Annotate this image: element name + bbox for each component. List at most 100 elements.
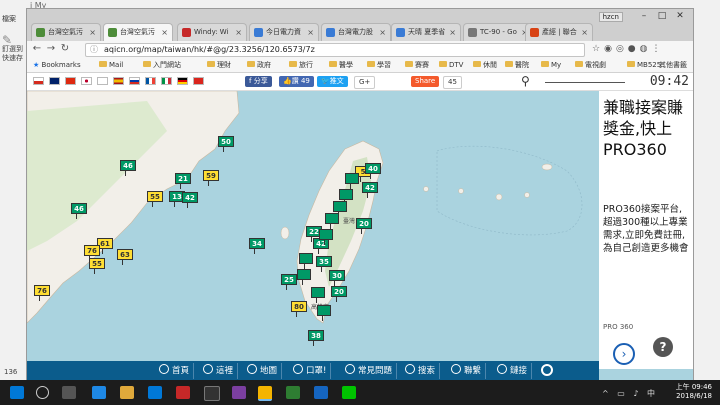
aqi-marker[interactable]: 20	[356, 218, 372, 234]
aqi-marker[interactable]: 34	[249, 238, 265, 254]
bookmark-star-icon[interactable]: ☆	[592, 44, 604, 54]
aqi-marker[interactable]	[317, 305, 331, 321]
gplus-button[interactable]: G+	[354, 76, 376, 89]
chrome-icon[interactable]	[258, 386, 272, 401]
edge-icon[interactable]	[92, 386, 106, 399]
bookmark-folder[interactable]: 旅行	[289, 59, 313, 72]
store-icon[interactable]	[148, 386, 162, 399]
task-view-icon[interactable]	[62, 386, 76, 399]
help-button[interactable]: ?	[653, 337, 673, 357]
aqi-marker[interactable]: 42	[362, 182, 378, 198]
flag-icon[interactable]	[113, 77, 124, 85]
ad-headline[interactable]: 兼職接案賺獎金,快上PRO360	[603, 97, 693, 160]
explorer-icon[interactable]	[120, 386, 134, 399]
close-tab-icon[interactable]: ×	[581, 24, 588, 41]
chevron-right-icon[interactable]: ›	[613, 343, 635, 365]
extension-icon[interactable]: ◍	[640, 44, 652, 54]
bookmark-folder[interactable]: 學習	[367, 59, 391, 72]
bookmark-folder[interactable]: My	[541, 59, 561, 72]
app-icon[interactable]	[314, 386, 328, 399]
bookmark-folder[interactable]: MB525	[627, 59, 661, 72]
nav-item[interactable]: 口罩!	[293, 363, 332, 379]
bookmark-folder[interactable]: DTV	[439, 59, 463, 72]
close-tab-icon[interactable]: ×	[161, 24, 168, 41]
nav-item[interactable]: 常見問題	[345, 363, 398, 379]
close-tab-icon[interactable]: ×	[235, 24, 242, 41]
bookmarks-button[interactable]: ★ Bookmarks	[33, 59, 81, 72]
close-tab-icon[interactable]: ×	[449, 24, 456, 41]
bookmark-folder[interactable]: 醫學	[329, 59, 353, 72]
info-icon[interactable]: ⓘ	[90, 44, 98, 56]
browser-tab[interactable]: Windy: Wi ×	[177, 23, 247, 41]
windows-start-icon[interactable]	[10, 386, 24, 399]
advertisement[interactable]: 兼職接案賺獎金,快上PRO360 PRO360接案平台,超過300種以上專業需求…	[599, 91, 693, 369]
flag-icon[interactable]	[145, 77, 156, 85]
forward-icon[interactable]: →	[45, 43, 57, 54]
tweet-button[interactable]: 🐦推文	[317, 76, 348, 87]
app-icon[interactable]	[232, 386, 246, 399]
bookmark-folder[interactable]: 賽賽	[405, 59, 429, 72]
nav-item[interactable]: 鏈接	[497, 363, 533, 379]
aqi-marker[interactable]	[297, 269, 311, 285]
bookmark-folder[interactable]: 醫院	[505, 59, 529, 72]
search-icon[interactable]	[36, 386, 49, 399]
aqi-marker[interactable]: 42	[182, 192, 198, 208]
flag-icon[interactable]	[161, 77, 172, 85]
mail-icon[interactable]	[176, 386, 190, 399]
aqi-marker[interactable]: 55	[147, 191, 163, 207]
aqi-marker[interactable]	[319, 229, 333, 245]
aqi-marker[interactable]: 25	[281, 274, 297, 290]
calculator-icon[interactable]	[204, 386, 220, 401]
browser-tab[interactable]: 產經 | 聯合 ×	[525, 23, 593, 41]
share-button[interactable]: Share	[411, 76, 440, 87]
bookmark-folder[interactable]: 理財	[207, 59, 231, 72]
bookmark-folder[interactable]: 電視劇	[575, 59, 606, 72]
address-bar[interactable]: ⓘ aqicn.org/map/taiwan/hk/#@g/23.3256/12…	[85, 43, 585, 57]
nav-item[interactable]: 聯繫	[451, 363, 487, 379]
flag-icon[interactable]	[65, 77, 76, 85]
aqi-marker[interactable]: 30	[329, 270, 345, 286]
maximize-icon[interactable]: □	[653, 11, 671, 21]
search-underline[interactable]	[545, 82, 625, 83]
line-icon[interactable]	[342, 386, 356, 399]
facebook-share-button[interactable]: f 分享	[245, 76, 272, 87]
extension-icon[interactable]: ●	[628, 44, 640, 54]
aqi-marker[interactable]: 55	[89, 258, 105, 274]
browser-tab[interactable]: TC-90 - Go×	[463, 23, 533, 41]
flag-icon[interactable]	[33, 77, 44, 85]
flag-icon[interactable]	[49, 77, 60, 85]
aqi-marker[interactable]	[345, 173, 359, 189]
aqi-marker[interactable]: 80	[291, 301, 307, 317]
aqi-marker[interactable]: 20	[331, 286, 347, 302]
aqi-marker[interactable]	[299, 253, 313, 269]
aqi-marker[interactable]	[311, 287, 325, 303]
pin-icon[interactable]: ✎	[2, 34, 24, 46]
flag-icon[interactable]	[81, 77, 92, 85]
reload-icon[interactable]: ↻	[59, 43, 71, 54]
flag-icon[interactable]	[129, 77, 140, 85]
other-bookmarks[interactable]: 其他書籤	[659, 59, 687, 72]
extension-icon[interactable]: ◎	[616, 44, 628, 54]
aqi-marker[interactable]: 38	[308, 330, 324, 346]
profile-badge[interactable]: hzcn	[598, 12, 623, 22]
aqi-marker[interactable]	[325, 213, 339, 229]
aqi-marker[interactable]: 76	[34, 285, 50, 301]
aqi-marker[interactable]: 21	[175, 173, 191, 189]
taskbar-clock[interactable]: 上午 09:46 2018/6/18	[676, 383, 712, 401]
aqi-marker[interactable]	[339, 189, 353, 205]
app-icon[interactable]	[286, 386, 300, 399]
settings-gear-icon[interactable]	[541, 364, 553, 376]
browser-tab[interactable]: 台灣電力股 ×	[321, 23, 391, 41]
air-quality-map[interactable]: 臺灣 高雄市	[27, 91, 599, 353]
extension-icon[interactable]: ◉	[604, 44, 616, 54]
browser-tab[interactable]: 今日電力資 ×	[249, 23, 319, 41]
bookmark-folder[interactable]: 入門網站	[143, 59, 181, 72]
minimize-icon[interactable]: –	[635, 11, 653, 21]
flag-icon[interactable]	[193, 77, 204, 85]
close-window-icon[interactable]: ✕	[671, 11, 689, 21]
close-tab-icon[interactable]: ×	[379, 24, 386, 41]
aqi-marker[interactable]: 50	[218, 136, 234, 152]
menu-icon[interactable]: ⋮	[652, 44, 665, 54]
aqi-marker[interactable]	[333, 201, 347, 217]
browser-tab[interactable]: 天晴 夏季省 ×	[391, 23, 461, 41]
